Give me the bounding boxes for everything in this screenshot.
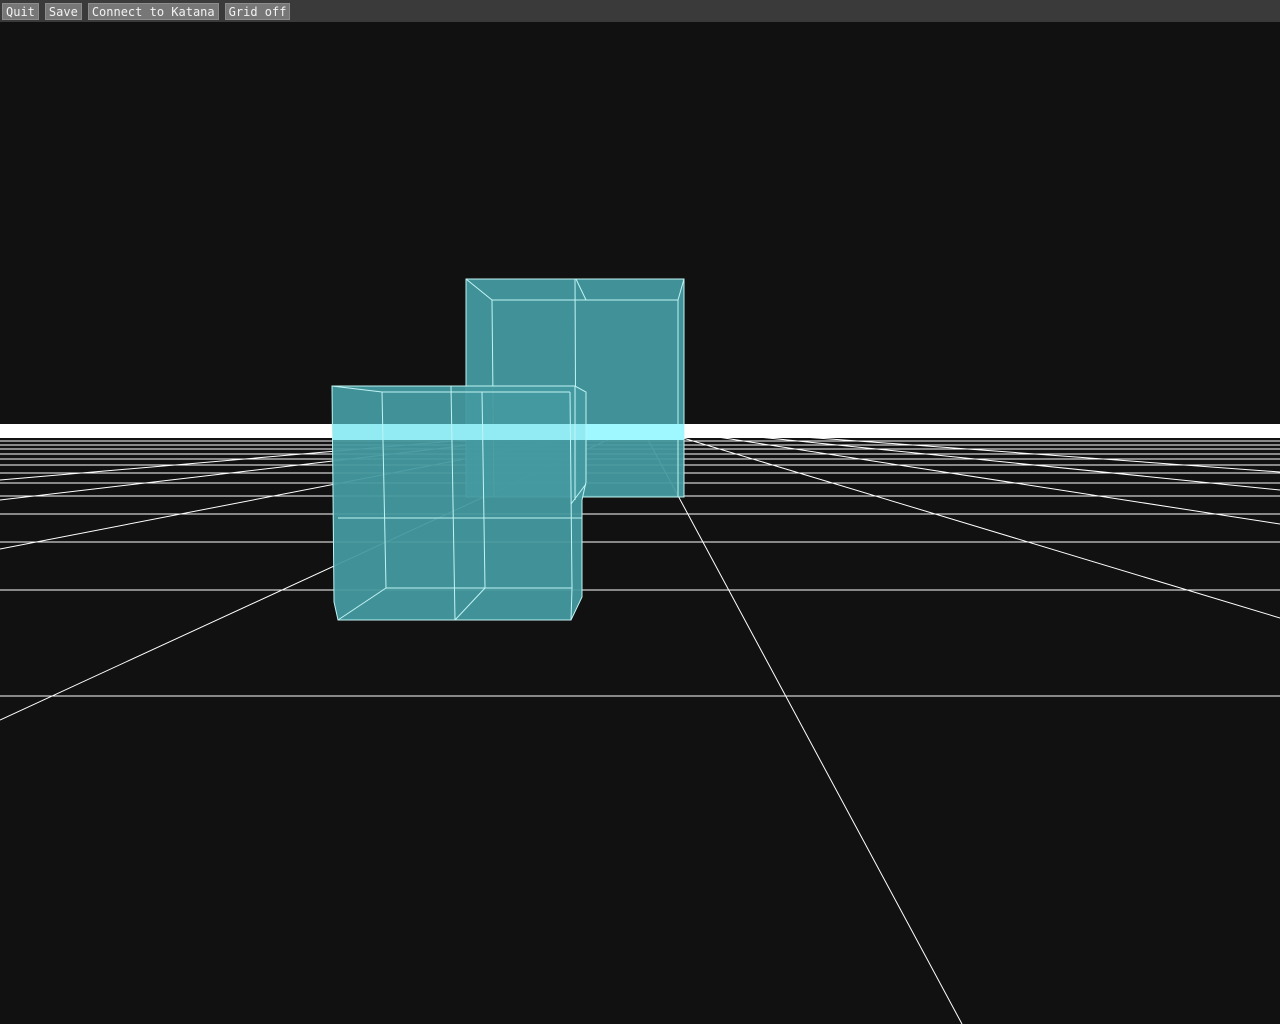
connect-to-katana-button[interactable]: Connect to Katana [87, 2, 219, 20]
horizon-glow-front [333, 424, 586, 440]
quit-button[interactable]: Quit [2, 2, 39, 20]
viewport-canvas [0, 278, 1280, 1024]
ground-grid [0, 424, 1280, 1024]
grid-line-v [639, 424, 1280, 525]
grid-toggle-button[interactable]: Grid off [224, 2, 291, 20]
save-button[interactable]: Save [44, 2, 82, 20]
toolbar: Quit Save Connect to Katana Grid off [0, 0, 1280, 22]
3d-viewport[interactable] [0, 22, 1280, 1024]
cube-front-fill [331, 385, 587, 621]
cube-front[interactable] [331, 385, 587, 621]
grid-line-v [639, 424, 963, 1024]
